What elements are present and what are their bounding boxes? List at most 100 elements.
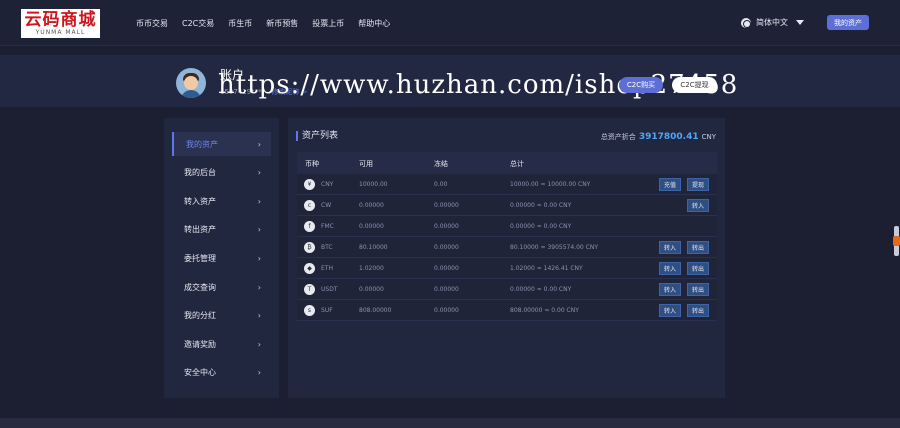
coin-icon: f [304,221,315,232]
logo-subtext: YUNMA MALL [35,29,86,36]
frozen-value: 0.00000 [434,202,459,209]
sidebar-item-referral[interactable]: 邀请奖励 › [172,332,271,356]
footer [0,418,900,428]
sidebar-item-orders[interactable]: 委托管理 › [172,246,271,270]
frozen-value: 0.00 [434,181,448,188]
available-value: 80.10000 [359,244,388,251]
site-logo[interactable]: 云码商城 YUNMA MALL [21,9,100,38]
frozen-value: 0.00000 [434,286,459,293]
language-selector[interactable]: 简体中文 [741,17,804,28]
total-value: 808.00000 ≈ 0.00 CNY [510,307,579,314]
col-coin: 币种 [305,160,319,168]
chevron-right-icon: › [257,196,261,206]
nav-item-coin-earn[interactable]: 币生币 [228,18,252,29]
table-row: ¥ CNY 10000.00 0.00 10000.00 ≈ 10000.00 CNY 充… [297,174,717,195]
available-value: 1.02000 [359,265,384,272]
nav-item-c2c[interactable]: C2C交易 [182,18,214,29]
coin-name: ETH [321,265,333,272]
row-action-button[interactable]: 提现 [687,178,709,191]
coin-icon: ₿ [304,242,315,253]
language-label: 简体中文 [756,18,788,27]
table-row: s SUF 808.00000 0.00000 808.00000 ≈ 0.00 CNY… [297,300,717,321]
available-value: 808.00000 [359,307,392,314]
total-value: 0.00000 ≈ 0.00 CNY [510,286,572,293]
chevron-right-icon: › [257,224,261,234]
col-total: 总计 [510,160,524,168]
total-value: 0.00000 ≈ 0.00 CNY [510,223,572,230]
row-action-button[interactable]: 转入 [659,262,681,275]
avatar [176,68,206,98]
table-row: ₿ BTC 80.10000 0.00000 80.10000 ≈ 3905574.00… [297,237,717,258]
frozen-value: 0.00000 [434,223,459,230]
chevron-right-icon: › [257,367,261,377]
row-action-button[interactable]: 转入 [659,241,681,254]
frozen-value: 0.00000 [434,265,459,272]
globe-icon [741,17,751,28]
sidebar-item-deposit[interactable]: 转入资产 › [172,189,271,213]
chevron-right-icon: › [257,282,261,292]
table-row: c CW 0.00000 0.00000 0.00000 ≈ 0.00 CNY 转入 [297,195,717,216]
nav-item-help[interactable]: 帮助中心 [358,18,390,29]
sidebar-item-withdraw[interactable]: 转出资产 › [172,217,271,241]
logo-text: 云码商城 [24,10,97,30]
row-action-button[interactable]: 转入 [659,304,681,317]
nav-item-vote-listing[interactable]: 投票上币 [312,18,344,29]
chevron-right-icon: › [257,339,261,349]
row-action-button[interactable]: 转出 [687,304,709,317]
top-navbar: 云码商城 YUNMA MALL 币币交易 C2C交易 币生币 新币预售 投票上币… [0,0,900,46]
side-widget-tab[interactable] [893,236,900,246]
total-assets: 总资产折合 3917800.41 CNY [601,132,716,142]
coin-name: CW [321,202,332,209]
coin-icon: T [304,284,315,295]
row-action-button[interactable]: 转入 [687,199,709,212]
my-assets-button[interactable]: 我的资产 [827,15,869,30]
coin-icon: ◆ [304,263,315,274]
available-value: 0.00000 [359,202,384,209]
sidebar-item-dividends[interactable]: 我的分红 › [172,303,271,327]
coin-icon: c [304,200,315,211]
row-action-button[interactable]: 转出 [687,241,709,254]
coin-name: BTC [321,244,333,251]
total-value: 3917800.41 [638,132,699,142]
sidebar-item-trades[interactable]: 成交查询 › [172,275,271,299]
frozen-value: 0.00000 [434,244,459,251]
available-value: 0.00000 [359,223,384,230]
row-action-button[interactable]: 转出 [687,262,709,275]
col-available: 可用 [359,160,373,168]
coin-name: FMC [321,223,334,230]
table-row: f FMC 0.00000 0.00000 0.00000 ≈ 0.00 CNY [297,216,717,237]
total-value: 0.00000 ≈ 0.00 CNY [510,202,572,209]
table-row: T USDT 0.00000 0.00000 0.00000 ≈ 0.00 CNY 转入转… [297,279,717,300]
account-sidebar: 我的资产 › 我的后台 › 转入资产 › 转出资产 › 委托管理 › 成交查询 › 我的分红… [164,118,279,398]
table-header: 币种 可用 冻结 总计 [297,152,717,174]
coin-icon: ¥ [304,179,315,190]
total-value: 10000.00 ≈ 10000.00 CNY [510,181,591,188]
coin-name: SUF [321,307,333,314]
sidebar-item-my-assets[interactable]: 我的资产 › [172,132,271,156]
panel-title: 资产列表 [296,131,338,141]
coin-name: USDT [321,286,338,293]
row-action-button[interactable]: 转出 [687,283,709,296]
sidebar-item-my-backend[interactable]: 我的后台 › [172,160,271,184]
available-value: 0.00000 [359,286,384,293]
nav-item-spot-trading[interactable]: 币币交易 [136,18,168,29]
available-value: 10000.00 [359,181,388,188]
coin-name: CNY [321,181,334,188]
total-label: 总资产折合 [600,133,636,141]
c2c-withdraw-button[interactable]: C2C提现 [672,77,717,93]
total-value: 1.02000 ≈ 1426.41 CNY [510,265,583,272]
main-nav: 币币交易 C2C交易 币生币 新币预售 投票上币 帮助中心 [136,18,404,29]
chevron-down-icon [796,20,804,25]
nav-item-presale[interactable]: 新币预售 [266,18,298,29]
row-action-button[interactable]: 充值 [659,178,681,191]
c2c-buy-button[interactable]: C2C购买 [619,77,663,93]
sidebar-item-security[interactable]: 安全中心 › [172,360,271,384]
row-action-button[interactable]: 转入 [659,283,681,296]
col-frozen: 冻结 [434,160,448,168]
coin-icon: s [304,305,315,316]
chevron-right-icon: › [257,310,261,320]
chevron-right-icon: › [257,253,261,263]
chevron-right-icon: › [257,139,261,149]
total-value: 80.10000 ≈ 3905574.00 CNY [510,244,598,251]
total-unit: CNY [701,133,716,141]
